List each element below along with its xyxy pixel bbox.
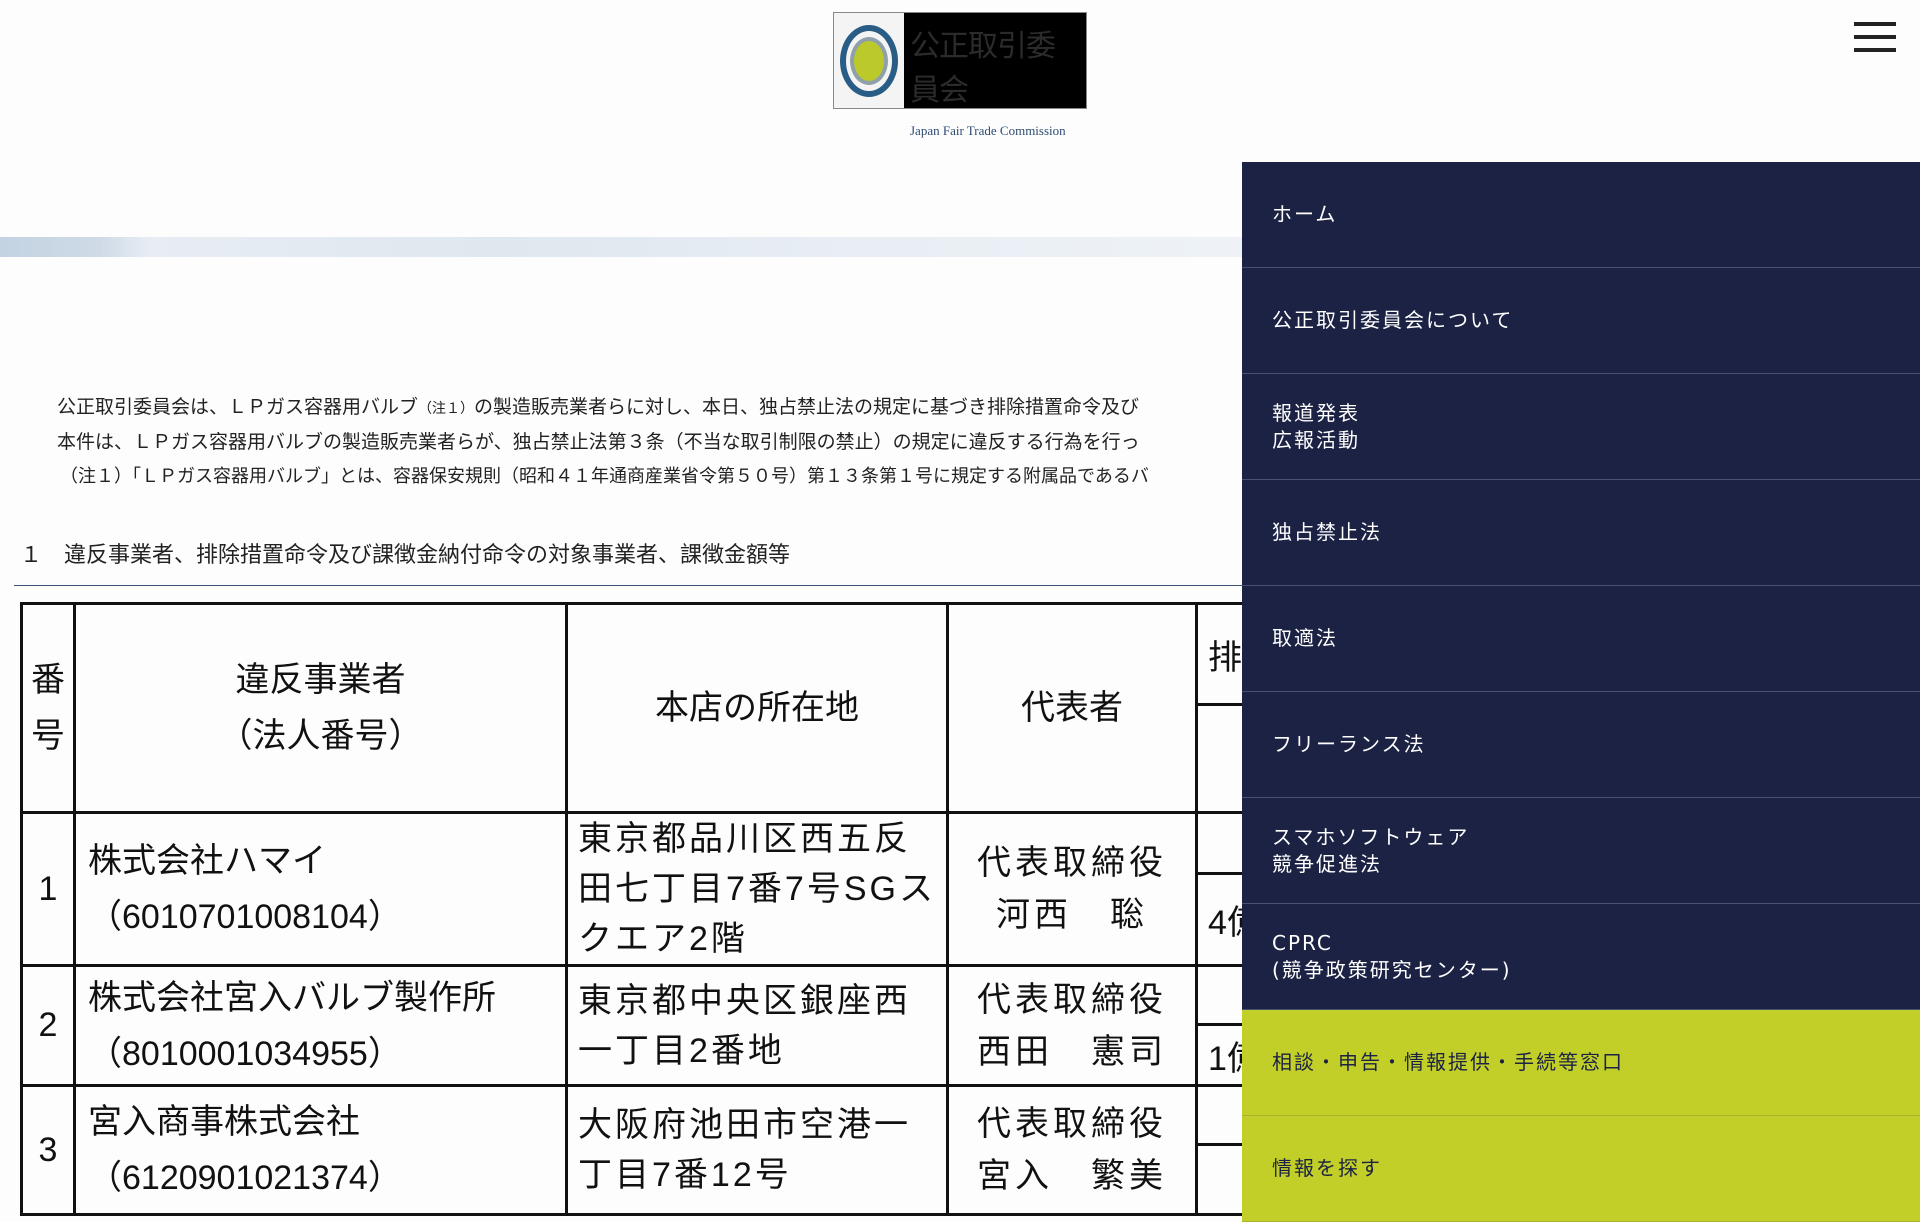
section-divider [14, 585, 1254, 586]
row-address: 東京都品川区西五反田七丁目7番7号SGスクエア2階 [565, 811, 949, 967]
logo-text-jp: 公正取引委員会 [910, 30, 1056, 107]
row-company: 株式会社ハマイ （6010701008104） [73, 811, 568, 967]
jftc-logo[interactable]: 公正取引委員会 Japan Fair Trade Commission [833, 12, 1087, 138]
menu-item-subcontract-act[interactable]: 取適法 [1242, 586, 1920, 692]
row-company: 宮入商事株式会社 （6120901021374） [73, 1084, 568, 1216]
header-address: 本店の所在地 [565, 602, 949, 814]
row-address: 東京都中央区銀座西一丁目2番地 [565, 964, 949, 1087]
menu-item-press[interactable]: 報道発表 広報活動 [1242, 374, 1920, 480]
menu-item-search-info[interactable]: 情報を探す [1242, 1116, 1920, 1222]
menu-item-freelance-act[interactable]: フリーランス法 [1242, 692, 1920, 798]
header-no: 番号 [20, 602, 76, 814]
menu-item-about[interactable]: 公正取引委員会について [1242, 268, 1920, 374]
menu-item-antimonopoly-act[interactable]: 独占禁止法 [1242, 480, 1920, 586]
menu-item-smartphone-act[interactable]: スマホソフトウェア 競争促進法 [1242, 798, 1920, 904]
menu-item-cprc[interactable]: CPRC (競争政策研究センター) [1242, 904, 1920, 1010]
row-representative: 代表取締役 西田 憲司 [946, 964, 1198, 1087]
hamburger-menu-icon[interactable] [1854, 22, 1896, 54]
row-representative: 代表取締役 河西 聡 [946, 811, 1198, 967]
logo-seal-icon [834, 13, 904, 108]
row-company: 株式会社宮入バルブ製作所 （8010001034955） [73, 964, 568, 1087]
header-company: 違反事業者 （法人番号） [73, 602, 568, 814]
row-no: 1 [20, 811, 76, 967]
row-address: 大阪府池田市空港一丁目7番12号 [565, 1084, 949, 1216]
logo-text-en: Japan Fair Trade Commission [910, 123, 1066, 138]
intro-line-1: 公正取引委員会は、ＬＰガス容器用バルブ（注１）の製造販売業者らに対し、本日、独占… [57, 396, 1140, 418]
menu-item-home[interactable]: ホーム [1242, 162, 1920, 268]
row-no: 2 [20, 964, 76, 1087]
section-heading: １ 違反事業者、排除措置命令及び課徴金納付命令の対象事業者、課徴金額等 [20, 543, 791, 568]
row-no: 3 [20, 1084, 76, 1216]
nav-menu-panel: ホーム 公正取引委員会について 報道発表 広報活動 独占禁止法 取適法 フリーラン… [1242, 162, 1920, 1222]
row-representative: 代表取締役 宮入 繁美 [946, 1084, 1198, 1216]
header-representative: 代表者 [946, 602, 1198, 814]
page-banner [0, 237, 1242, 257]
intro-line-2: 本件は、ＬＰガス容器用バルブの製造販売業者らが、独占禁止法第３条（不当な取引制限… [57, 431, 1140, 453]
menu-item-consultation[interactable]: 相談・申告・情報提供・手続等窓口 [1242, 1010, 1920, 1116]
footnote-1: （注１）「ＬＰガス容器用バルブ」とは、容器保安規則（昭和４１年通商産業省令第５０… [60, 466, 1149, 487]
